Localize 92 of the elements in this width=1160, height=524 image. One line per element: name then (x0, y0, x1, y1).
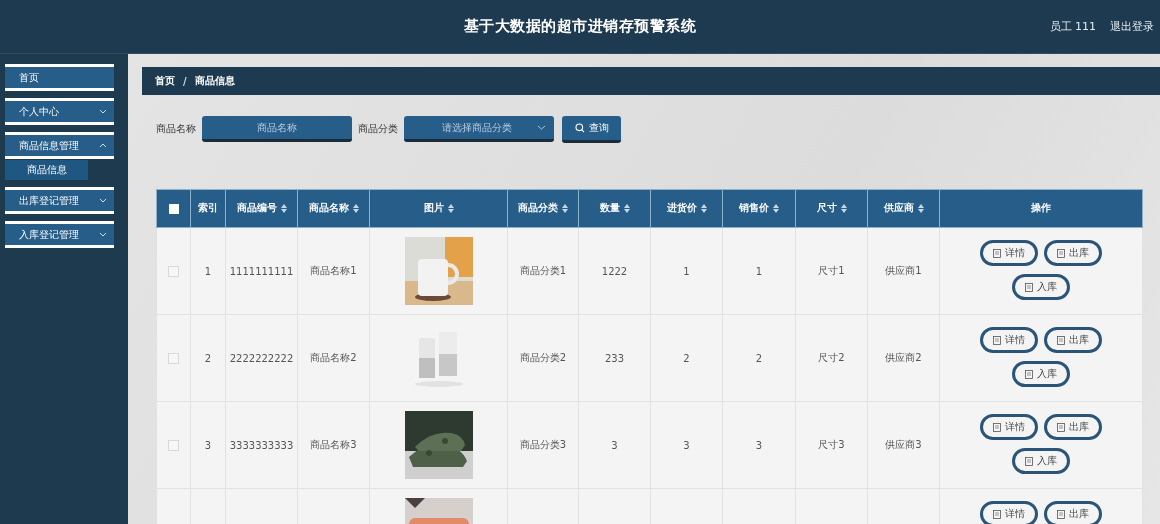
table-cell: 尺寸3 (818, 439, 845, 450)
action-button[interactable]: 出库 (1044, 414, 1102, 440)
document-icon (993, 248, 1001, 258)
table-cell: 2 (683, 352, 690, 364)
table-cell: 商品分类2 (519, 352, 567, 363)
document-icon (1057, 248, 1065, 258)
search-icon (574, 122, 585, 133)
table-cell: 233 (604, 352, 625, 364)
document-icon (993, 335, 1001, 345)
submenu-item[interactable]: 商品信息 (5, 160, 88, 180)
table-cell: 1222 (601, 265, 628, 277)
document-icon (993, 422, 1001, 432)
action-button[interactable]: 详情 (980, 501, 1038, 524)
table-cell: 3 (611, 439, 618, 451)
table-cell: 商品分类3 (519, 439, 567, 450)
document-icon (1025, 369, 1033, 379)
document-icon (1057, 509, 1065, 519)
caret-icon (537, 125, 546, 130)
action-button[interactable]: 详情 (980, 327, 1038, 353)
table-cell: 3 (683, 439, 690, 451)
action-button[interactable]: 出库 (1044, 327, 1102, 353)
document-icon (1025, 456, 1033, 466)
column-header[interactable]: 商品名称 (297, 189, 370, 228)
sort-icon (773, 204, 779, 213)
document-icon (1057, 422, 1065, 432)
table-cell: 供应商3 (885, 439, 922, 450)
column-header[interactable]: 图片 (369, 189, 508, 228)
sort-icon (840, 204, 847, 213)
table-cell: 尺寸2 (818, 352, 845, 363)
table-cell: 1111111111 (229, 265, 294, 277)
row-checkbox[interactable] (168, 352, 179, 364)
action-button[interactable]: 详情 (980, 240, 1038, 266)
action-button[interactable]: 入库 (1012, 361, 1070, 387)
row-checkbox[interactable] (168, 439, 179, 451)
sort-icon (352, 204, 359, 213)
logout-link[interactable]: 退出登录 (1110, 19, 1154, 34)
field-label: 商品分类 (358, 122, 398, 136)
column-header[interactable]: 操作 (939, 189, 1143, 228)
breadcrumb-item[interactable]: 商品信息 (194, 74, 235, 88)
table-cell: 尺寸1 (818, 265, 845, 276)
document-icon (1025, 282, 1033, 292)
column-header[interactable]: 尺寸 (795, 189, 868, 228)
menu-item[interactable]: 商品信息管理 (5, 132, 114, 159)
column-header[interactable]: 供应商 (867, 189, 940, 228)
sort-icon (623, 204, 630, 213)
category-select[interactable]: 请选择商品分类 (404, 116, 554, 142)
action-button[interactable]: 出库 (1044, 501, 1102, 524)
column-header[interactable]: 索引 (190, 189, 226, 228)
menu-item[interactable]: 首页 (5, 64, 114, 91)
column-header[interactable]: 商品分类 (507, 189, 579, 228)
sort-icon (280, 204, 287, 213)
select-all-checkbox[interactable] (168, 204, 179, 215)
system-title: 基于大数据的超市进销存预警系统 (463, 17, 697, 36)
user-name: 员工 111 (1049, 19, 1096, 34)
table-cell: 3 (755, 439, 763, 451)
sort-icon (917, 204, 924, 213)
table-cell: 3 (204, 439, 212, 451)
column-header[interactable]: 销售价 (722, 189, 796, 228)
breadcrumb-item[interactable]: 首页 (155, 74, 175, 88)
table-cell: 1 (755, 265, 763, 277)
name-input[interactable]: 商品名称 (202, 116, 352, 142)
table-cell: 供应商2 (885, 352, 922, 363)
sort-icon (562, 204, 568, 213)
sort-icon (700, 204, 707, 213)
search-button[interactable]: 查询 (562, 115, 621, 143)
table-cell: 商品名称2 (310, 352, 357, 363)
table-cell: 商品名称1 (310, 265, 357, 276)
breadcrumb-separator: / (183, 75, 187, 87)
column-header[interactable]: 商品编号 (225, 189, 298, 228)
table-cell: 2 (204, 352, 212, 364)
table-cell: 1 (683, 265, 690, 277)
table-cell: 2 (755, 352, 763, 364)
table-cell: 商品名称3 (310, 439, 357, 450)
menu-item[interactable]: 入库登记管理 (5, 221, 114, 248)
sort-icon (447, 204, 454, 213)
column-header[interactable]: 数量 (578, 189, 651, 228)
table-cell: 商品分类1 (519, 265, 567, 276)
action-button[interactable]: 入库 (1012, 274, 1070, 300)
document-icon (1057, 335, 1065, 345)
menu-item[interactable]: 出库登记管理 (5, 187, 114, 214)
action-button[interactable]: 详情 (980, 414, 1038, 440)
table-cell: 1 (204, 265, 212, 277)
document-icon (993, 509, 1001, 519)
action-button[interactable]: 入库 (1012, 448, 1070, 474)
table-cell: 供应商1 (885, 265, 922, 276)
column-header[interactable]: 进货价 (650, 189, 723, 228)
row-checkbox[interactable] (168, 265, 179, 277)
table-cell: 3333333333 (229, 439, 294, 451)
action-button[interactable]: 出库 (1044, 240, 1102, 266)
table-cell: 2222222222 (229, 352, 294, 364)
field-label: 商品名称 (156, 122, 196, 136)
menu-item[interactable]: 个人中心 (5, 98, 114, 125)
